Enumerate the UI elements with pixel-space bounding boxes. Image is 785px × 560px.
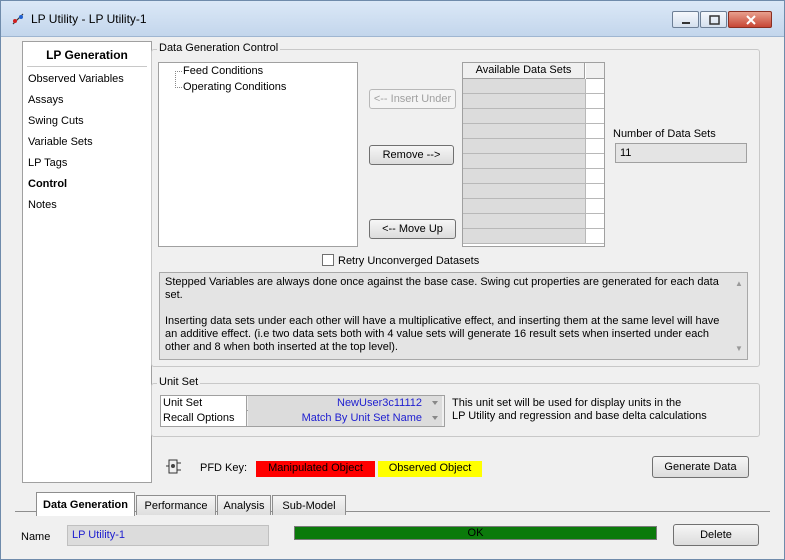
table-row[interactable] (463, 199, 604, 214)
grid-cell (585, 94, 604, 108)
tab-performance[interactable]: Performance (136, 495, 216, 515)
observed-object-label: Observed Object (388, 462, 472, 474)
pfd-icon (166, 459, 181, 474)
available-data-sets-header: Available Data Sets (463, 63, 585, 79)
grid-cell (585, 124, 604, 138)
grid-cell (585, 139, 604, 153)
manipulated-object-key: Manipulated Object (256, 461, 375, 477)
table-row[interactable] (463, 139, 604, 154)
table-row[interactable] (463, 214, 604, 229)
table-row[interactable] (463, 169, 604, 184)
lp-generation-nav: LP Generation Observed Variables Assays … (22, 41, 152, 483)
table-row[interactable] (463, 79, 604, 94)
data-set-tree[interactable]: Feed Conditions Operating Conditions (158, 62, 358, 247)
table-row[interactable] (463, 229, 604, 244)
close-button[interactable] (728, 11, 772, 28)
tree-connector (175, 87, 182, 88)
close-icon (746, 15, 756, 25)
nav-divider (27, 66, 147, 67)
description-scrollbar[interactable]: ▲ ▼ (733, 277, 745, 355)
name-label: Name (21, 531, 51, 543)
grid-cell (585, 229, 604, 243)
unit-set-row-label: Unit Set (161, 396, 247, 411)
minimize-icon (682, 22, 690, 24)
recall-options-dropdown[interactable]: Match By Unit Set Name (248, 411, 442, 426)
pfd-key-label: PFD Key: (200, 462, 248, 474)
name-field[interactable]: LP Utility-1 (67, 525, 269, 546)
scroll-down-icon[interactable]: ▼ (733, 342, 745, 355)
unit-set-legend: Unit Set (157, 376, 201, 388)
grid-cell (585, 214, 604, 228)
nav-item-notes[interactable]: Notes (23, 195, 151, 216)
nav-item-observed-variables[interactable]: Observed Variables (23, 69, 151, 90)
table-row[interactable] (463, 124, 604, 139)
grid-cell (585, 169, 604, 183)
table-row[interactable]: Recall Options Match By Unit Set Name (161, 411, 442, 426)
number-of-data-sets-value: 11 (615, 143, 747, 163)
observed-object-key: Observed Object (378, 461, 482, 477)
window-controls (671, 11, 772, 28)
nav-title: LP Generation (46, 48, 128, 62)
window-title: LP Utility - LP Utility-1 (31, 12, 147, 26)
generate-data-button[interactable]: Generate Data (652, 456, 749, 478)
maximize-icon (709, 15, 720, 25)
chevron-down-icon[interactable] (432, 401, 438, 405)
nav-item-assays[interactable]: Assays (23, 90, 151, 111)
lp-utility-app-icon (12, 13, 24, 25)
nav-item-variable-sets[interactable]: Variable Sets (23, 132, 151, 153)
unit-set-table: Unit Set NewUser3c11112 Recall Options M… (160, 395, 445, 427)
insert-under-button[interactable]: <-- Insert Under (369, 89, 456, 109)
remove-button[interactable]: Remove --> (369, 145, 454, 165)
grid-cell (585, 184, 604, 198)
tree-connector (175, 71, 176, 88)
move-up-button[interactable]: <-- Move Up (369, 219, 456, 239)
status-bar: OK (294, 526, 657, 540)
control-description: Stepped Variables are always done once a… (159, 272, 748, 360)
recall-options-value: Match By Unit Set Name (301, 412, 422, 424)
tree-item-operating-conditions[interactable]: Operating Conditions (183, 81, 286, 93)
unit-set-note-line-2: LP Utility and regression and base delta… (452, 410, 707, 422)
nav-item-lp-tags[interactable]: LP Tags (23, 153, 151, 174)
tab-sub-model[interactable]: Sub-Model (272, 495, 346, 515)
manipulated-object-label: Manipulated Object (268, 462, 363, 474)
minimize-button[interactable] (672, 11, 699, 28)
title-bar[interactable]: LP Utility - LP Utility-1 (1, 1, 784, 37)
unit-set-value: NewUser3c11112 (337, 397, 422, 409)
retry-unconverged-checkbox[interactable] (322, 254, 334, 266)
tab-data-generation[interactable]: Data Generation (36, 492, 135, 516)
table-row[interactable]: Unit Set NewUser3c11112 (161, 396, 442, 411)
number-of-data-sets-label: Number of Data Sets (613, 128, 716, 140)
description-paragraph-1: Stepped Variables are always done once a… (165, 276, 719, 301)
grid-cell (585, 109, 604, 123)
table-row[interactable] (463, 94, 604, 109)
delete-button[interactable]: Delete (673, 524, 759, 546)
table-row[interactable] (463, 154, 604, 169)
table-row[interactable] (463, 109, 604, 124)
grid-cell (585, 199, 604, 213)
nav-item-swing-cuts[interactable]: Swing Cuts (23, 111, 151, 132)
available-data-sets-grid[interactable]: Available Data Sets (462, 62, 605, 247)
lp-utility-window: LP Utility - LP Utility-1 LP Generation … (0, 0, 785, 560)
description-paragraph-2: Inserting data sets under each other wil… (165, 315, 720, 353)
retry-unconverged-label[interactable]: Retry Unconverged Datasets (338, 255, 479, 267)
grid-header-spare (586, 63, 604, 79)
table-row[interactable] (463, 184, 604, 199)
tree-connector (175, 71, 182, 72)
tab-analysis[interactable]: Analysis (217, 495, 271, 515)
unit-set-dropdown[interactable]: NewUser3c11112 (248, 396, 442, 411)
grid-cell (585, 79, 604, 93)
unit-set-note-line-1: This unit set will be used for display u… (452, 397, 682, 409)
tree-item-feed-conditions[interactable]: Feed Conditions (183, 65, 263, 77)
chevron-down-icon[interactable] (432, 416, 438, 420)
recall-options-row-label: Recall Options (161, 411, 247, 426)
scroll-up-icon[interactable]: ▲ (733, 277, 745, 290)
data-generation-control-legend: Data Generation Control (157, 42, 281, 54)
nav-item-control[interactable]: Control (23, 174, 151, 195)
grid-cell (585, 154, 604, 168)
maximize-button[interactable] (700, 11, 727, 28)
